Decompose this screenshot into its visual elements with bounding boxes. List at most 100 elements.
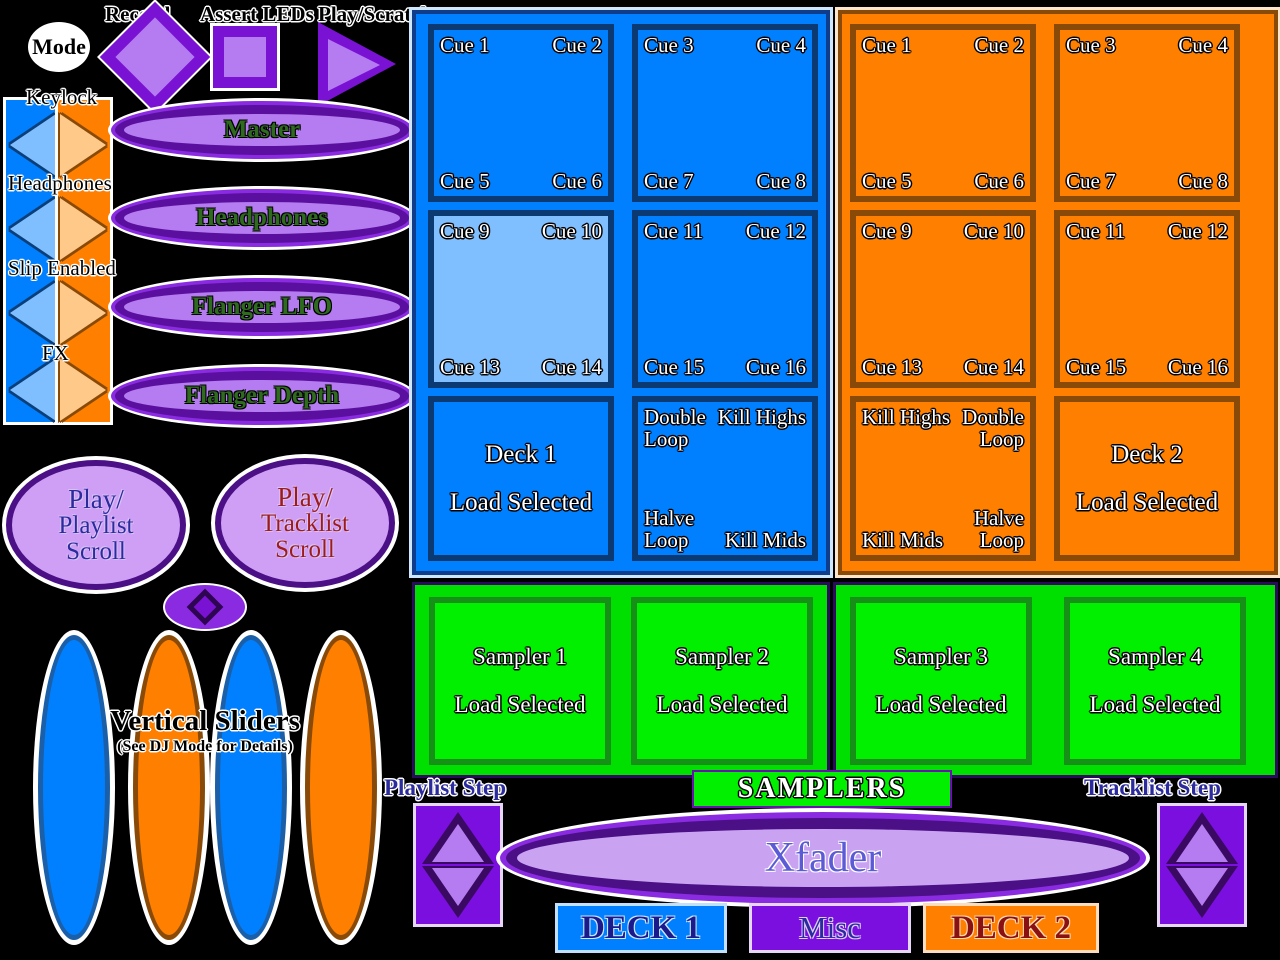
sampler-pad-1[interactable]: Sampler 1 Load Selected	[429, 597, 611, 765]
deck2-cue-pad-4[interactable]: Cue 11 Cue 12 Cue 15 Cue 16	[1054, 210, 1240, 388]
vertical-sliders-subtitle: (See DJ Mode for Details)	[117, 738, 293, 755]
vertical-slider-3[interactable]	[215, 635, 287, 940]
kill-mids-label: Kill Mids	[862, 527, 944, 552]
arrow-down-icon[interactable]	[1166, 866, 1238, 918]
toggle-keylock-left-icon[interactable]	[10, 114, 56, 176]
cue-label: Cue 1	[440, 33, 490, 57]
samplers-badge-label: SAMPLERS	[737, 773, 907, 804]
cue-label: Cue 11	[644, 219, 704, 243]
cue-label: Cue 15	[1066, 354, 1127, 379]
vertical-sliders-title: Vertical Sliders	[110, 705, 300, 737]
playlist-step-button[interactable]	[416, 806, 500, 924]
play-playlist-scroll-button[interactable]: Play/ Playlist Scroll	[6, 460, 186, 590]
samplers-badge: SAMPLERS	[694, 772, 950, 806]
play-triangle-icon[interactable]	[318, 22, 396, 106]
vertical-sliders-label-group: Vertical Sliders (See DJ Mode for Detail…	[55, 705, 355, 756]
deck1-load-line1: Deck 1	[485, 440, 557, 468]
deck2-fx-pad[interactable]: Kill Highs Double Loop Kill Mids Halve L…	[850, 396, 1036, 561]
sampler-pad-2[interactable]: Sampler 2 Load Selected	[631, 597, 813, 765]
cue-label: Cue 9	[440, 219, 490, 243]
toggle-fx-left-icon[interactable]	[10, 359, 56, 421]
deck1-load-pad[interactable]: Deck 1 Load Selected	[428, 396, 614, 561]
sampler-2-line2: Load Selected	[656, 692, 788, 717]
cue-label: Cue 4	[1178, 33, 1228, 57]
deck1-cue-pad-2[interactable]: Cue 3 Cue 4 Cue 7 Cue 8	[632, 24, 818, 202]
cue-label: Cue 8	[756, 168, 806, 193]
arrow-down-icon[interactable]	[422, 866, 494, 918]
sampler-3-line2: Load Selected	[875, 692, 1007, 717]
cue-label: Cue 8	[1178, 168, 1228, 193]
deck1-cue-pad-4[interactable]: Cue 11 Cue 12 Cue 15 Cue 16	[632, 210, 818, 388]
cue-label: Cue 3	[1066, 33, 1116, 57]
knob-flanger-lfo[interactable]: Flanger LFO	[115, 282, 409, 332]
tab-deck2[interactable]: DECK 2	[926, 906, 1096, 950]
deck2-cue-pad-3[interactable]: Cue 9 Cue 10 Cue 13 Cue 14	[850, 210, 1036, 388]
arrow-up-icon[interactable]	[1166, 812, 1238, 864]
toggle-headphones-left-icon[interactable]	[10, 198, 56, 260]
assert-leds-label: Assert LEDs	[200, 2, 314, 26]
knob-headphones[interactable]: Headphones	[115, 193, 409, 243]
cue-label: Cue 14	[963, 354, 1024, 379]
vertical-slider-2[interactable]	[133, 635, 205, 940]
tracklist-step-button[interactable]	[1160, 806, 1244, 924]
toggle-slip-right-icon[interactable]	[60, 282, 106, 344]
mini-diamond-icon[interactable]	[165, 585, 245, 629]
deck1-cue-pad-1[interactable]: Cue 1 Cue 2 Cue 5 Cue 6	[428, 24, 614, 202]
deck2-load-line1: Deck 2	[1111, 440, 1183, 468]
tab-misc[interactable]: Misc	[752, 906, 908, 950]
toggle-slip-left-icon[interactable]	[10, 282, 56, 344]
tab-deck1[interactable]: DECK 1	[558, 906, 724, 950]
deck2-cue-pad-1[interactable]: Cue 1 Cue 2 Cue 5 Cue 6	[850, 24, 1036, 202]
sampler-group-right: Sampler 3 Load Selected Sampler 4 Load S…	[833, 582, 1278, 778]
cue-label: Cue 4	[756, 33, 806, 57]
vertical-slider-4[interactable]	[305, 635, 377, 940]
deck1-fx-pad[interactable]: Double Loop Kill Highs Halve Loop Kill M…	[632, 396, 818, 561]
cue-label: Cue 3	[644, 33, 694, 57]
tab-deck2-label: DECK 2	[950, 909, 1072, 946]
knob-master[interactable]: Master	[115, 105, 409, 155]
knob-master-label: Master	[223, 116, 301, 143]
cue-label: Cue 15	[644, 354, 705, 379]
sampler-pad-3[interactable]: Sampler 3 Load Selected	[850, 597, 1032, 765]
mode-button[interactable]: Mode	[28, 22, 90, 72]
deck1-load-line2: Load Selected	[449, 488, 593, 516]
playlist-scroll-line1: Play/	[68, 483, 124, 514]
cue-label: Cue 10	[963, 219, 1024, 243]
cue-label: Cue 2	[552, 33, 602, 57]
deck2-load-pad[interactable]: Deck 2 Load Selected	[1054, 396, 1240, 561]
play-tracklist-scroll-button[interactable]: Play/ Tracklist Scroll	[215, 458, 395, 588]
tracklist-scroll-line1: Play/	[277, 481, 333, 512]
cue-label: Cue 16	[1167, 354, 1228, 379]
toggle-headphones-right-icon[interactable]	[60, 198, 106, 260]
cue-label: Cue 7	[1066, 168, 1116, 193]
deck1-panel: Cue 1 Cue 2 Cue 5 Cue 6 Cue 3 Cue 4 Cue …	[412, 10, 830, 575]
deck1-cue-pad-3[interactable]: Cue 9 Cue 10 Cue 13 Cue 14	[428, 210, 614, 388]
cue-label: Cue 13	[862, 354, 923, 379]
arrow-up-icon[interactable]	[422, 812, 494, 864]
sampler-3-line1: Sampler 3	[894, 644, 988, 669]
halve-loop-label: Halve Loop	[973, 505, 1024, 552]
deck2-panel: Cue 1 Cue 2 Cue 5 Cue 6 Cue 3 Cue 4 Cue …	[838, 10, 1278, 575]
sampler-4-line1: Sampler 4	[1108, 644, 1202, 669]
square-icon[interactable]	[213, 26, 277, 88]
cue-label: Cue 10	[541, 219, 602, 243]
cue-label: Cue 6	[552, 168, 602, 193]
cue-label: Cue 1	[862, 33, 912, 57]
xfader-slider[interactable]: Xfader	[506, 818, 1140, 898]
deck2-load-line2: Load Selected	[1075, 488, 1219, 516]
tab-misc-label: Misc	[799, 910, 861, 945]
toggle-label-keylock: Keylock	[26, 85, 98, 109]
knob-flanger-depth[interactable]: Flanger Depth	[115, 371, 409, 421]
toggle-fx-right-icon[interactable]	[60, 359, 106, 421]
mode-label: Mode	[32, 34, 86, 59]
toggle-keylock-right-icon[interactable]	[60, 114, 106, 176]
sampler-pad-4[interactable]: Sampler 4 Load Selected	[1064, 597, 1246, 765]
knob-flanger-lfo-label: Flanger LFO	[191, 293, 333, 320]
cue-label: Cue 7	[644, 168, 694, 193]
cue-label: Cue 5	[862, 168, 912, 193]
vertical-slider-1[interactable]	[38, 635, 110, 940]
xfader-label: Xfader	[764, 835, 882, 881]
sampler-4-line2: Load Selected	[1089, 692, 1221, 717]
deck2-cue-pad-2[interactable]: Cue 3 Cue 4 Cue 7 Cue 8	[1054, 24, 1240, 202]
sampler-group-left: Sampler 1 Load Selected Sampler 2 Load S…	[412, 582, 830, 778]
